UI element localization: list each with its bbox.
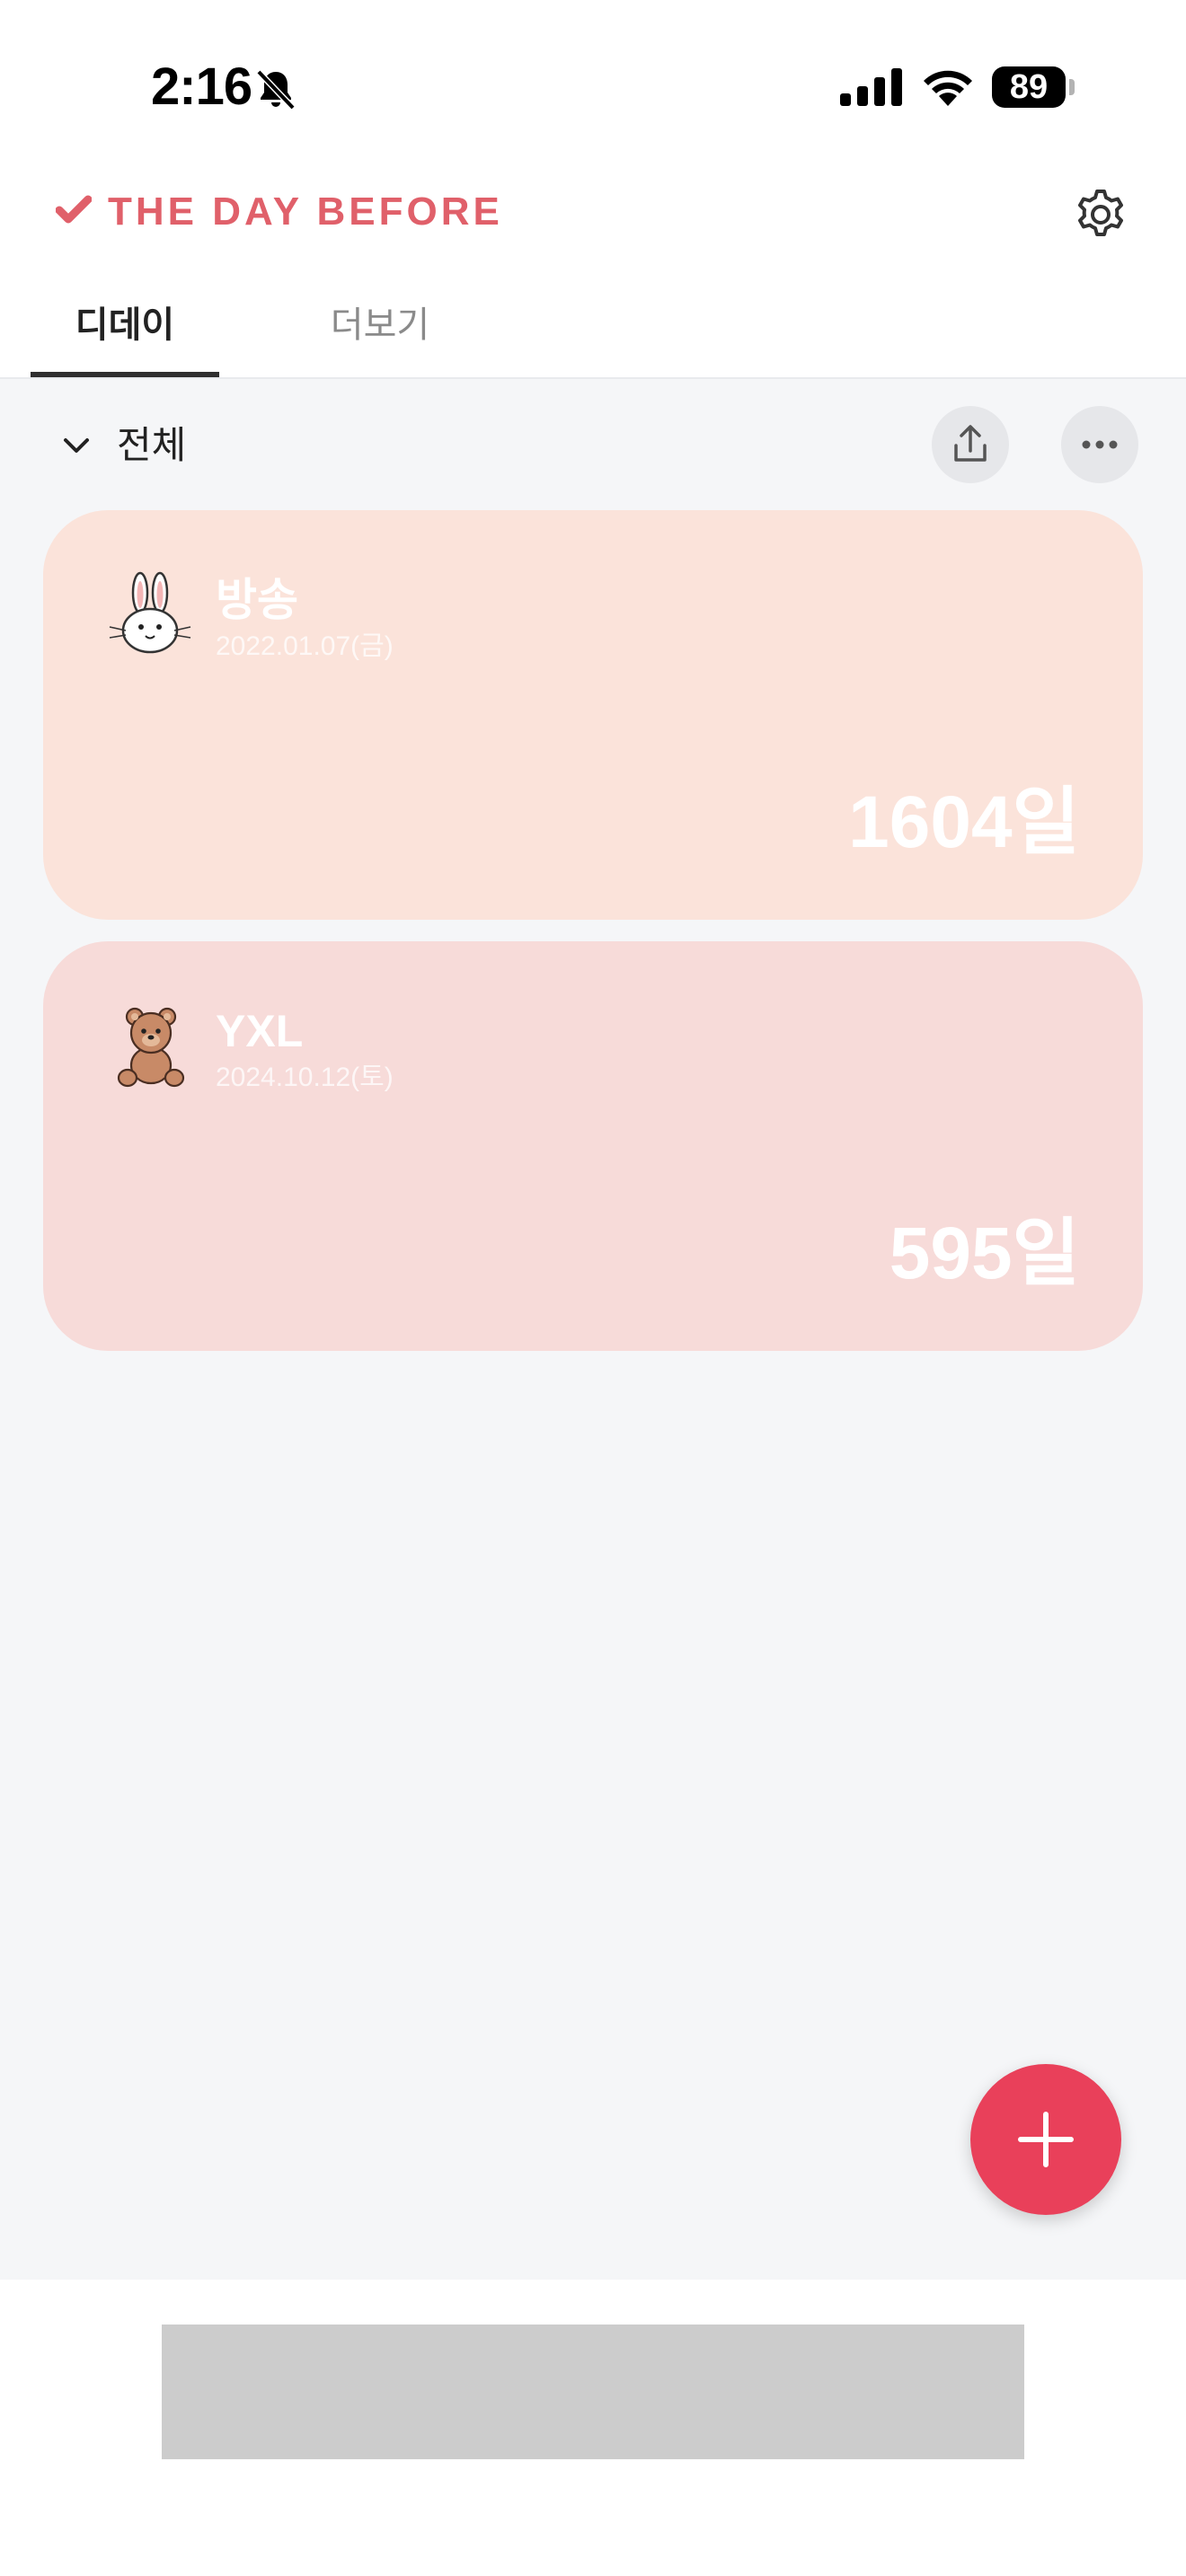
dday-title: 방송: [216, 575, 298, 625]
bell-off-icon: [256, 69, 296, 110]
more-dots-icon: [1082, 440, 1118, 449]
app-logo-text: THE DAY BEFORE: [108, 190, 503, 234]
more-options-button[interactable]: [1061, 406, 1138, 483]
dday-title: YXL: [216, 1006, 304, 1056]
wifi-icon: [924, 70, 972, 106]
gear-icon[interactable]: [1069, 183, 1132, 246]
battery-tip: [1069, 79, 1075, 95]
add-dday-button[interactable]: [970, 2064, 1121, 2215]
dday-count: 1604일: [848, 781, 1080, 863]
dday-count: 595일: [889, 1213, 1080, 1294]
plus-icon: [1018, 2112, 1074, 2167]
dday-date: 2024.10.12(토): [216, 1063, 394, 1092]
share-button[interactable]: [932, 406, 1009, 483]
chevron-down-icon[interactable]: [61, 435, 92, 456]
status-bar: 2:16 89: [0, 0, 1186, 162]
heart-check-icon: [56, 195, 92, 224]
cellular-signal-icon: [840, 68, 902, 106]
tab-more[interactable]: 더보기: [296, 289, 464, 375]
battery-icon: 89: [992, 66, 1066, 108]
status-time: 2:16: [151, 57, 252, 116]
dday-card[interactable]: 방송 2022.01.07(금) 1604일: [43, 510, 1143, 920]
tab-dday[interactable]: 디데이: [31, 289, 219, 375]
rabbit-icon: [109, 571, 191, 654]
dday-card[interactable]: YXL 2024.10.12(토) 595일: [43, 941, 1143, 1351]
teddy-bear-icon: [117, 1007, 185, 1088]
ad-banner[interactable]: [162, 2325, 1024, 2459]
share-upload-icon: [954, 425, 987, 462]
category-filter-label[interactable]: 전체: [117, 419, 186, 472]
dday-date: 2022.01.07(금): [216, 631, 394, 661]
